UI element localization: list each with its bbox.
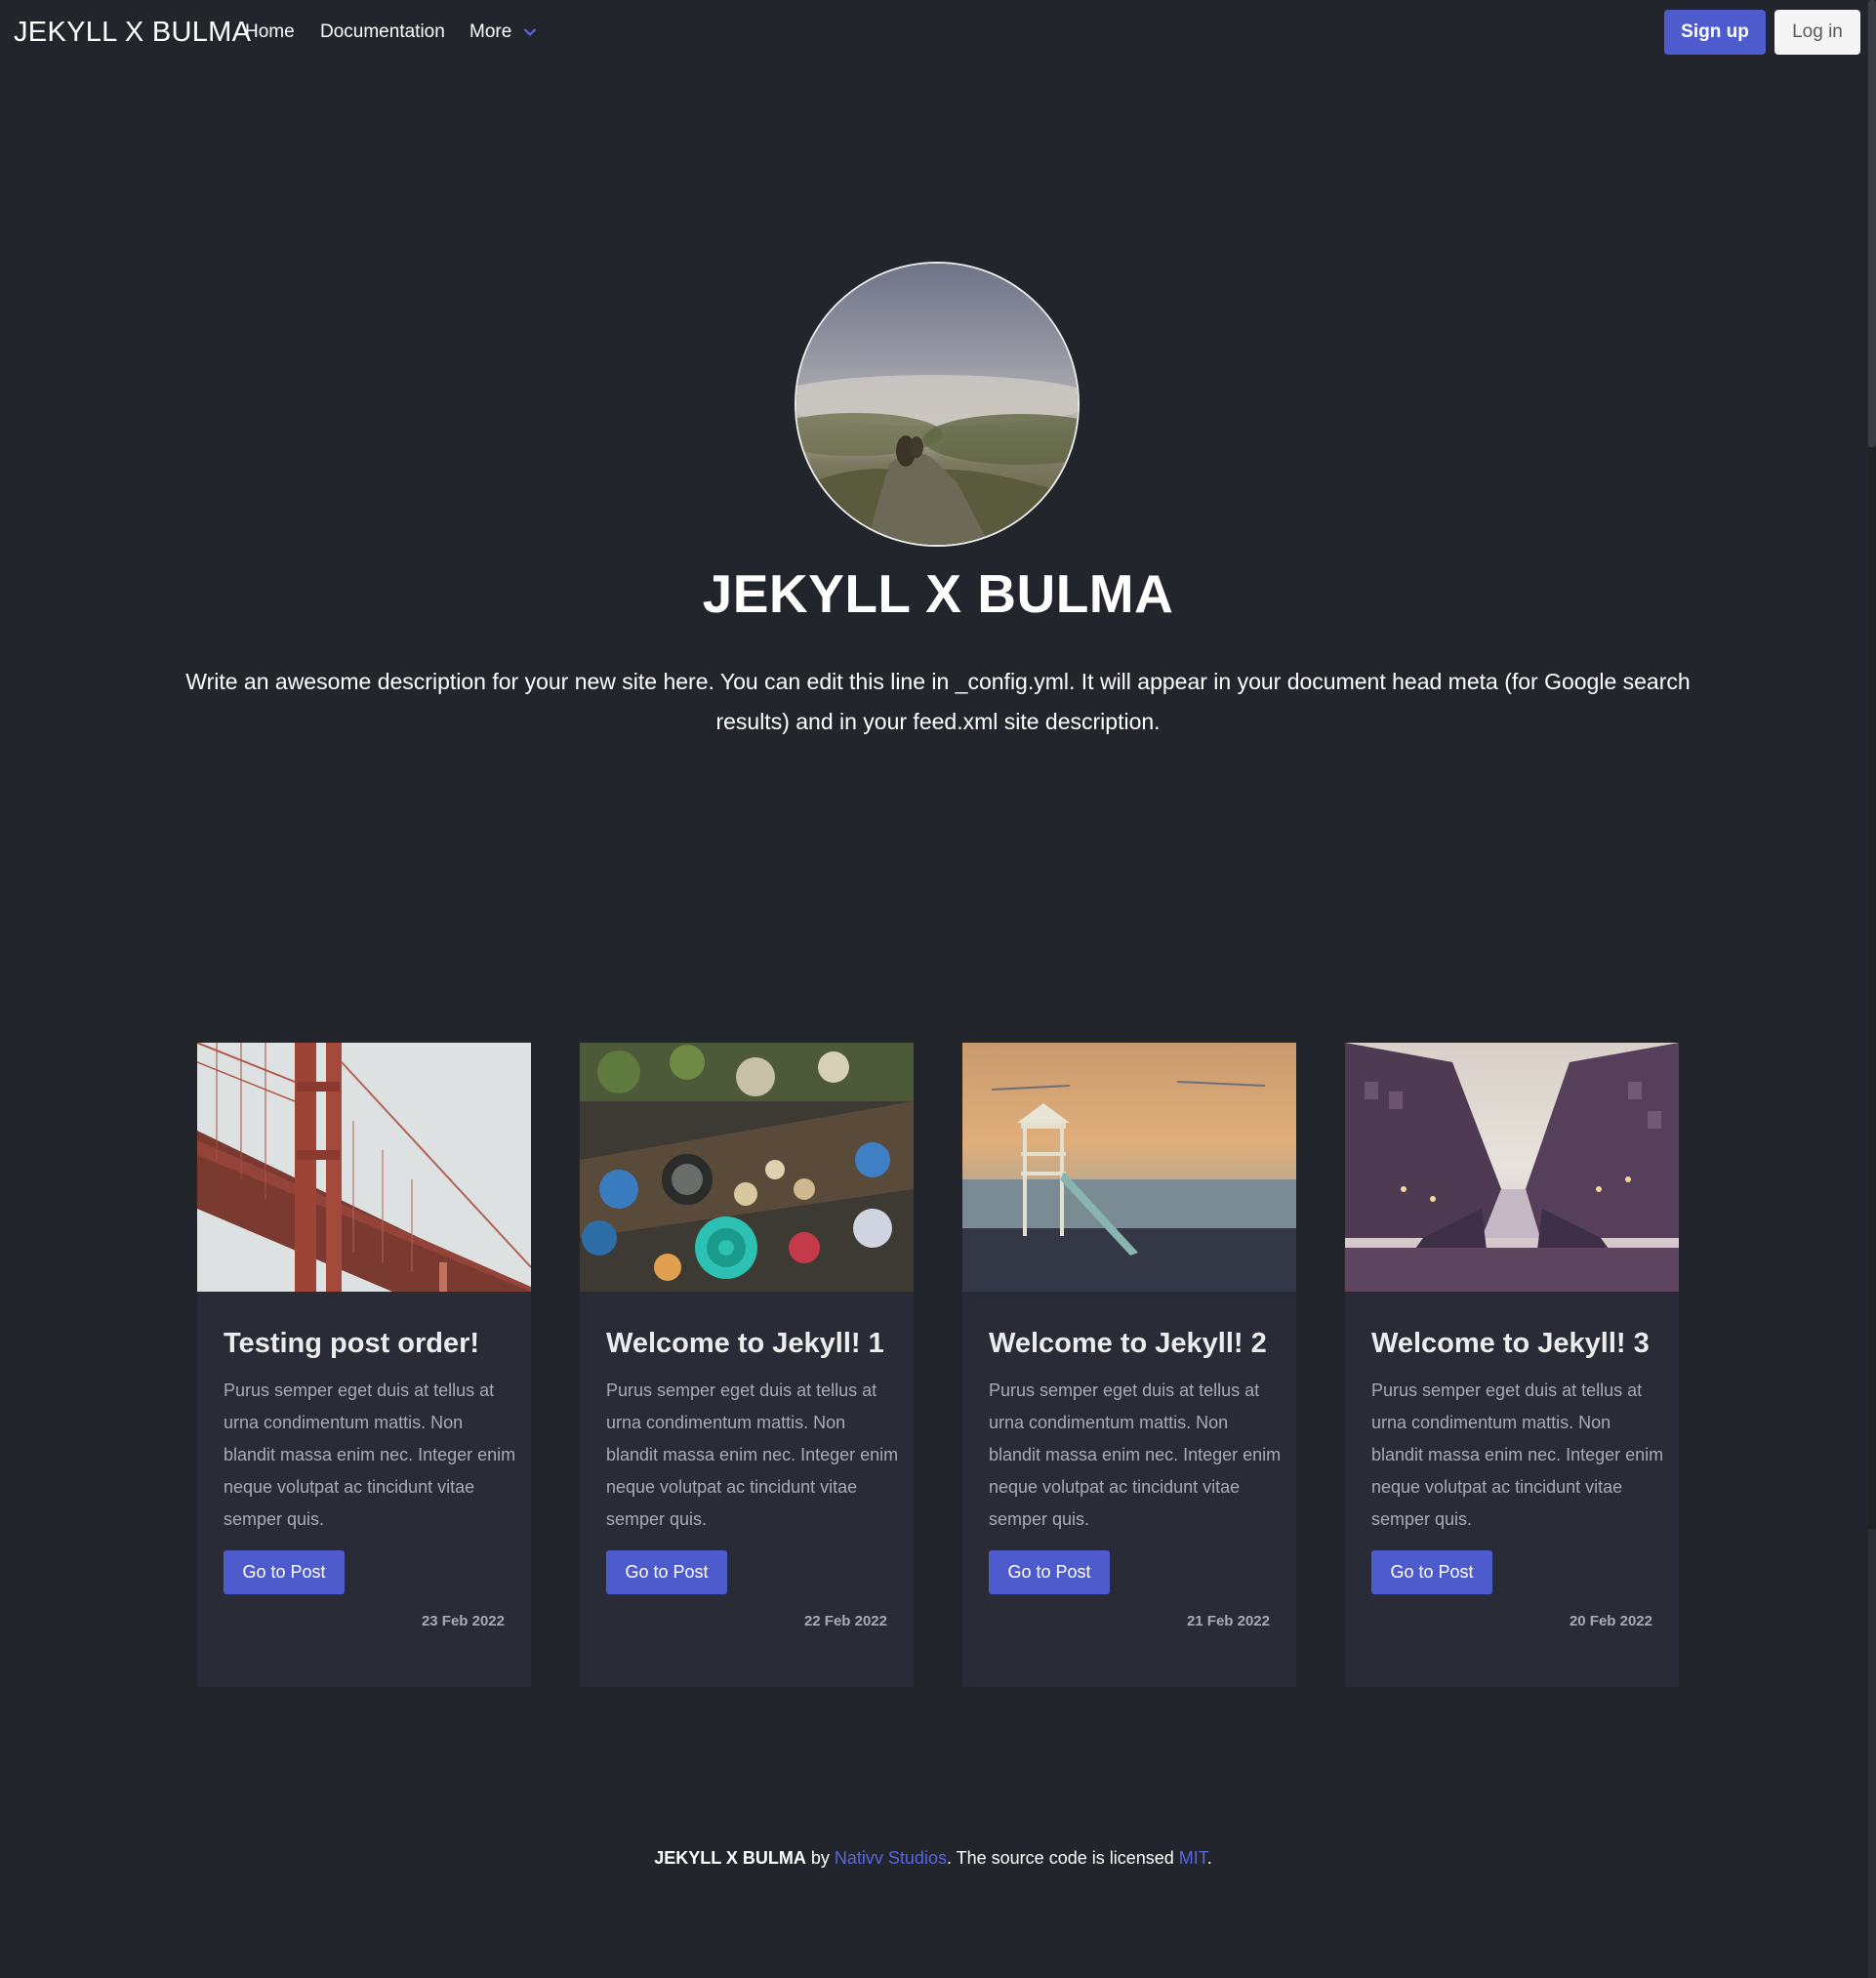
navbar-brand[interactable]: JEKYLL X BULMA: [14, 14, 251, 51]
post-title[interactable]: Welcome to Jekyll! 2: [989, 1326, 1267, 1361]
page-footer: JEKYLL X BULMA by Nativv Studios. The so…: [0, 1843, 1866, 1873]
footer-by: by: [805, 1848, 835, 1868]
hero-description: Write an awesome description for your ne…: [185, 669, 1691, 734]
login-button[interactable]: Log in: [1774, 10, 1860, 55]
footer-author-link[interactable]: Nativv Studios: [835, 1848, 947, 1868]
signup-button[interactable]: Sign up: [1664, 10, 1766, 55]
page-scrollbar[interactable]: [1868, 0, 1876, 1978]
post-image-golden-gate: [197, 1043, 531, 1292]
post-title[interactable]: Welcome to Jekyll! 1: [606, 1326, 884, 1361]
post-date: 23 Feb 2022: [421, 1613, 505, 1629]
post-date: 22 Feb 2022: [803, 1613, 887, 1629]
nav-documentation[interactable]: Documentation: [320, 20, 445, 45]
post-excerpt: Purus semper eget duis at tellus at urna…: [606, 1380, 899, 1529]
go-to-post-button[interactable]: Go to Post: [989, 1550, 1110, 1594]
post-image-lifeguard-tower: [962, 1043, 1296, 1292]
post-card: Welcome to Jekyll! 3 Purus semper eget d…: [1345, 1043, 1679, 1687]
go-to-post-button[interactable]: Go to Post: [224, 1550, 345, 1594]
chevron-down-icon: [523, 27, 537, 37]
nav-more-dropdown[interactable]: More: [469, 20, 537, 45]
footer-end: .: [1206, 1848, 1212, 1868]
post-image-canal-city: [1345, 1043, 1679, 1292]
post-card: Testing post order! Purus semper eget du…: [197, 1043, 531, 1687]
post-card: Welcome to Jekyll! 1 Purus semper eget d…: [580, 1043, 914, 1687]
hero-title: JEKYLL X BULMA: [702, 563, 1174, 624]
scrollbar-track-lower: [1868, 1529, 1876, 1978]
post-excerpt: Purus semper eget duis at tellus at urna…: [1371, 1380, 1664, 1529]
top-navbar: JEKYLL X BULMA Home Documentation More S…: [0, 0, 1866, 64]
post-excerpt: Purus semper eget duis at tellus at urna…: [224, 1380, 516, 1529]
post-excerpt: Purus semper eget duis at tellus at urna…: [989, 1380, 1282, 1529]
hero-avatar: [795, 262, 1080, 547]
post-image-floating-market: [580, 1043, 914, 1292]
post-title[interactable]: Testing post order!: [224, 1326, 479, 1361]
nav-home[interactable]: Home: [245, 20, 295, 45]
go-to-post-button[interactable]: Go to Post: [606, 1550, 727, 1594]
nav-more-label: More: [469, 21, 512, 42]
footer-license-link[interactable]: MIT: [1179, 1848, 1207, 1868]
go-to-post-button[interactable]: Go to Post: [1371, 1550, 1492, 1594]
post-date: 21 Feb 2022: [1186, 1613, 1270, 1629]
footer-brand: JEKYLL X BULMA: [654, 1848, 806, 1868]
footer-license-text: . The source code is licensed: [946, 1848, 1179, 1868]
scrollbar-thumb[interactable]: [1868, 0, 1876, 447]
post-card: Welcome to Jekyll! 2 Purus semper eget d…: [962, 1043, 1296, 1687]
post-date: 20 Feb 2022: [1569, 1613, 1652, 1629]
post-title[interactable]: Welcome to Jekyll! 3: [1371, 1326, 1650, 1361]
